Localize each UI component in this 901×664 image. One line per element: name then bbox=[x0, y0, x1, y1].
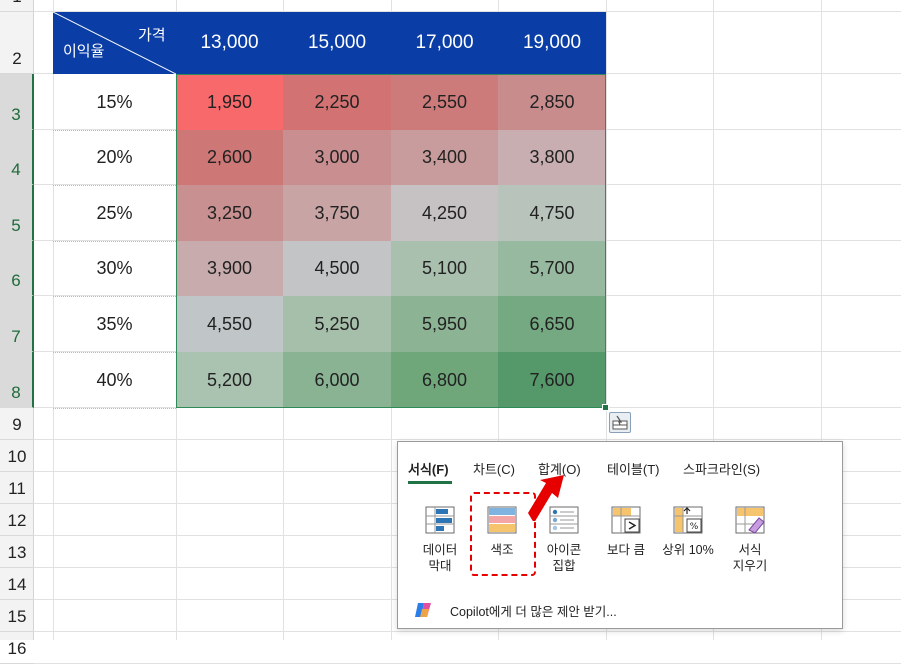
data-bars-option[interactable]: 데이터 막대 bbox=[412, 506, 468, 574]
row-header-16[interactable]: 16 bbox=[0, 632, 34, 664]
price-header[interactable]: 19,000 bbox=[498, 12, 606, 74]
data-bars-label-2: 막대 bbox=[428, 559, 452, 573]
row-header-9[interactable]: 9 bbox=[0, 408, 34, 440]
row-header-15[interactable]: 15 bbox=[0, 600, 34, 632]
clear-format-label-2: 지우기 bbox=[732, 559, 768, 573]
row-header-6[interactable]: 6 bbox=[0, 241, 34, 296]
price-header[interactable]: 17,000 bbox=[391, 12, 498, 74]
copilot-icon bbox=[415, 603, 431, 617]
quick-analysis-button[interactable] bbox=[609, 412, 631, 433]
row-header-10[interactable]: 10 bbox=[0, 440, 34, 472]
tab-charts[interactable]: 차트(C) bbox=[473, 459, 515, 478]
gridline-row bbox=[34, 631, 901, 632]
copilot-suggestion-link[interactable]: Copilot에게 더 많은 제안 받기... bbox=[414, 600, 617, 620]
clear-format-icon bbox=[735, 506, 765, 534]
data-bars-icon bbox=[425, 506, 455, 534]
tab-sparklines[interactable]: 스파크라인(S) bbox=[683, 459, 760, 478]
margin-rate-cell[interactable]: 25% bbox=[53, 185, 176, 242]
row-header-14[interactable]: 14 bbox=[0, 568, 34, 600]
row-header-2[interactable]: 2 bbox=[0, 12, 34, 74]
row-header-1[interactable]: 1 bbox=[0, 0, 34, 12]
price-header[interactable]: 13,000 bbox=[176, 12, 283, 74]
active-tab-underline bbox=[408, 481, 452, 484]
margin-rate-cell[interactable]: 35% bbox=[53, 296, 176, 353]
greater-than-option[interactable]: 보다 큼 bbox=[598, 506, 654, 558]
fill-handle[interactable] bbox=[602, 404, 609, 411]
copilot-text: Copilot에게 더 많은 제안 받기... bbox=[450, 604, 617, 619]
svg-text:%: % bbox=[690, 522, 699, 532]
top-10-percent-icon: % bbox=[673, 506, 703, 534]
red-pointer-arrow bbox=[528, 475, 564, 521]
corner-label-price: 가격 bbox=[138, 27, 166, 44]
row-header-12[interactable]: 12 bbox=[0, 504, 34, 536]
top-10-percent-label: 상위 10% bbox=[662, 543, 714, 557]
row-header-3[interactable]: 3 bbox=[0, 74, 34, 130]
icon-set-label-2: 집합 bbox=[552, 559, 576, 573]
row-header-5[interactable]: 5 bbox=[0, 185, 34, 241]
tab-tables[interactable]: 테이블(T) bbox=[607, 459, 659, 478]
margin-rate-cell[interactable]: 15% bbox=[53, 74, 176, 131]
icon-set-label-1: 아이콘 bbox=[546, 543, 582, 557]
clear-format-label-1: 서식 bbox=[738, 543, 762, 557]
margin-rate-cell[interactable]: 20% bbox=[53, 130, 176, 186]
quick-analysis-icon bbox=[612, 415, 628, 430]
top-10-percent-option[interactable]: % 상위 10% bbox=[660, 506, 716, 558]
clear-format-option[interactable]: 서식 지우기 bbox=[722, 506, 778, 574]
quick-analysis-panel: 서식(F) 차트(C) 합계(O) 테이블(T) 스파크라인(S) 데이터 막대… bbox=[397, 441, 843, 629]
price-header[interactable]: 15,000 bbox=[283, 12, 391, 74]
data-bars-label-1: 데이터 bbox=[422, 543, 458, 557]
row-header-11[interactable]: 11 bbox=[0, 472, 34, 504]
row-header-7[interactable]: 7 bbox=[0, 296, 34, 352]
margin-rate-cell[interactable]: 40% bbox=[53, 352, 176, 409]
row-header-8[interactable]: 8 bbox=[0, 352, 34, 408]
greater-than-icon bbox=[611, 506, 641, 534]
gridline-row bbox=[34, 439, 901, 440]
greater-than-label: 보다 큼 bbox=[607, 543, 645, 557]
row-header-13[interactable]: 13 bbox=[0, 536, 34, 568]
corner-label-margin: 이익율 bbox=[63, 43, 105, 60]
margin-rate-cell[interactable]: 30% bbox=[53, 241, 176, 297]
tab-formatting[interactable]: 서식(F) bbox=[408, 459, 449, 478]
row-header-4[interactable]: 4 bbox=[0, 130, 34, 185]
selection-border bbox=[176, 74, 606, 408]
